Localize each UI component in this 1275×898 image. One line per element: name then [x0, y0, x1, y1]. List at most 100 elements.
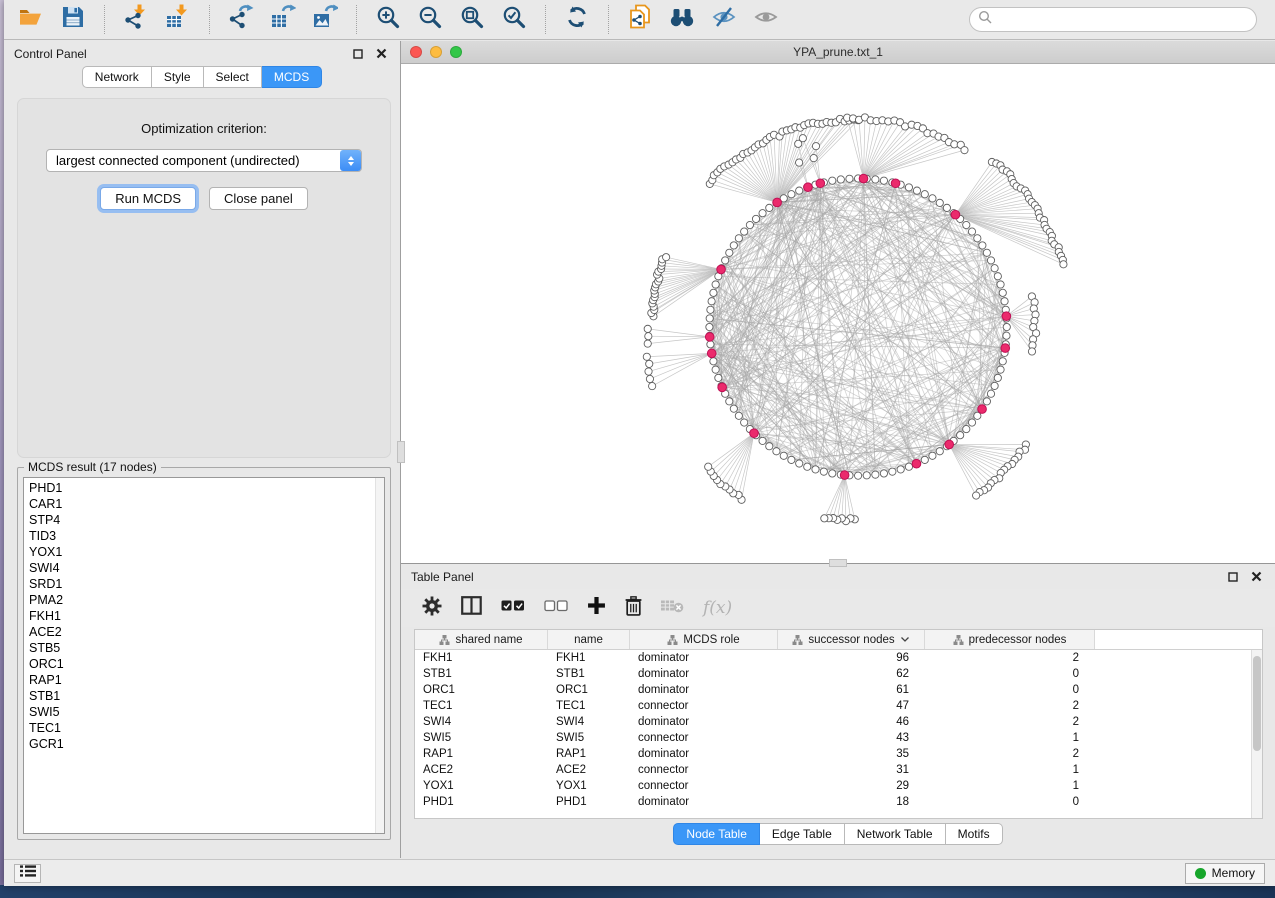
table-row[interactable]: SWI4SWI4dominator462	[415, 714, 1262, 730]
table-row[interactable]: ACE2ACE2connector311	[415, 762, 1262, 778]
close-panel-button[interactable]	[373, 46, 390, 62]
mcds-result-item[interactable]: STB1	[24, 688, 384, 704]
table-tab-motifs[interactable]: Motifs	[946, 823, 1003, 845]
search-input[interactable]	[998, 12, 1248, 28]
mcds-result-item[interactable]: CAR1	[24, 496, 384, 512]
mcds-result-item[interactable]: STP4	[24, 512, 384, 528]
table-tab-node-table[interactable]: Node Table	[673, 823, 760, 845]
result-list-scrollbar[interactable]	[375, 478, 384, 833]
column-header-predecessor-nodes[interactable]: predecessor nodes	[925, 630, 1095, 649]
mcds-panel: Optimization criterion: largest connecte…	[17, 98, 391, 458]
node-table: shared name name MCDS role successor nodes p…	[414, 629, 1263, 819]
table-row[interactable]: SWI5SWI5connector431	[415, 730, 1262, 746]
hide-selected-button[interactable]	[707, 4, 741, 36]
mcds-result-item[interactable]: PHD1	[24, 480, 384, 496]
horizontal-splitter-handle[interactable]	[829, 559, 847, 567]
vertical-splitter-handle[interactable]	[397, 441, 405, 463]
tab-style[interactable]: Style	[152, 66, 204, 88]
table-cell: RAP1	[548, 748, 630, 760]
export-network-button[interactable]	[224, 4, 258, 36]
task-history-button[interactable]	[14, 864, 41, 883]
memory-status-icon	[1195, 868, 1206, 879]
column-header-name[interactable]: name	[548, 630, 630, 649]
maximize-window-icon[interactable]	[450, 46, 462, 58]
float-panel-button[interactable]	[349, 46, 366, 62]
find-button[interactable]	[665, 4, 699, 36]
mcds-result-items: PHD1CAR1STP4TID3YOX1SWI4SRD1PMA2FKH1ACE2…	[24, 480, 384, 752]
folder-icon	[18, 5, 44, 34]
tab-mcds[interactable]: MCDS	[262, 66, 322, 88]
table-row[interactable]: RAP1RAP1dominator352	[415, 746, 1262, 762]
close-window-icon[interactable]	[410, 46, 422, 58]
mcds-result-item[interactable]: TEC1	[24, 720, 384, 736]
table-cell: dominator	[630, 748, 778, 760]
import-network-button[interactable]	[119, 4, 153, 36]
table-row[interactable]: YOX1YOX1connector291	[415, 778, 1262, 794]
save-session-button[interactable]	[56, 4, 90, 36]
apply-layout-button[interactable]	[560, 4, 594, 36]
delete-table-button	[661, 598, 684, 618]
search-box[interactable]	[969, 7, 1257, 32]
table-cell: FKH1	[548, 652, 630, 664]
table-tab-network-table[interactable]: Network Table	[845, 823, 946, 845]
mcds-result-item[interactable]: PMA2	[24, 592, 384, 608]
mcds-result-item[interactable]: FKH1	[24, 608, 384, 624]
table-cell: dominator	[630, 684, 778, 696]
zoom-in-button[interactable]	[371, 4, 405, 36]
column-header-successor-nodes[interactable]: successor nodes	[778, 630, 925, 649]
tab-select[interactable]: Select	[204, 66, 262, 88]
show-column-button[interactable]	[461, 596, 482, 620]
mcds-result-item[interactable]: GCR1	[24, 736, 384, 752]
float-table-panel-button[interactable]	[1224, 569, 1241, 585]
zoom-selected-button[interactable]	[497, 4, 531, 36]
minimize-window-icon[interactable]	[430, 46, 442, 58]
optimization-criterion-select[interactable]: largest connected component (undirected)	[46, 149, 362, 172]
eye-icon	[753, 5, 779, 34]
export-table-button[interactable]	[266, 4, 300, 36]
create-column-button[interactable]	[587, 596, 606, 620]
zoom-out-button[interactable]	[413, 4, 447, 36]
network-canvas[interactable]	[401, 64, 1275, 563]
table-tab-edge-table[interactable]: Edge Table	[760, 823, 845, 845]
zoom-fit-button[interactable]	[455, 4, 489, 36]
table-cell: 1	[925, 780, 1095, 792]
deselect-all-rows-button[interactable]	[544, 599, 568, 617]
run-mcds-button[interactable]: Run MCDS	[100, 187, 196, 210]
column-header-shared-name[interactable]: shared name	[415, 630, 548, 649]
column-header-label: MCDS role	[683, 634, 739, 646]
mcds-result-item[interactable]: ACE2	[24, 624, 384, 640]
close-panel-action-button[interactable]: Close panel	[209, 187, 308, 210]
table-row[interactable]: TEC1TEC1connector472	[415, 698, 1262, 714]
table-settings-button[interactable]	[422, 596, 442, 621]
tab-network[interactable]: Network	[82, 66, 152, 88]
import-table-button[interactable]	[161, 4, 195, 36]
export-image-button[interactable]	[308, 4, 342, 36]
select-all-rows-button[interactable]	[501, 599, 525, 617]
mcds-result-list[interactable]: PHD1CAR1STP4TID3YOX1SWI4SRD1PMA2FKH1ACE2…	[23, 477, 385, 834]
mcds-result-item[interactable]: TID3	[24, 528, 384, 544]
mcds-result-item[interactable]: SWI4	[24, 560, 384, 576]
delete-column-button[interactable]	[625, 596, 642, 621]
column-header-label: successor nodes	[808, 634, 894, 646]
table-row[interactable]: PHD1PHD1dominator180	[415, 794, 1262, 810]
table-row[interactable]: FKH1FKH1dominator962	[415, 650, 1262, 666]
table-scrollbar[interactable]	[1251, 650, 1262, 818]
column-header-mcds-role[interactable]: MCDS role	[630, 630, 778, 649]
mcds-result-item[interactable]: SRD1	[24, 576, 384, 592]
table-cell: STB1	[415, 668, 548, 680]
memory-button[interactable]: Memory	[1185, 863, 1265, 884]
close-table-panel-button[interactable]	[1248, 569, 1265, 585]
table-row[interactable]: STB1STB1dominator620	[415, 666, 1262, 682]
table-cell: SWI5	[415, 732, 548, 744]
new-network-from-selection-button[interactable]	[623, 4, 657, 36]
mcds-result-item[interactable]: RAP1	[24, 672, 384, 688]
show-all-button[interactable]	[749, 4, 783, 36]
mcds-result-item[interactable]: YOX1	[24, 544, 384, 560]
column-header-label: name	[574, 634, 603, 646]
table-row[interactable]: ORC1ORC1dominator610	[415, 682, 1262, 698]
mcds-result-item[interactable]: SWI5	[24, 704, 384, 720]
mcds-result-item[interactable]: STB5	[24, 640, 384, 656]
open-session-button[interactable]	[14, 4, 48, 36]
table-scrollbar-thumb[interactable]	[1253, 656, 1261, 751]
mcds-result-item[interactable]: ORC1	[24, 656, 384, 672]
